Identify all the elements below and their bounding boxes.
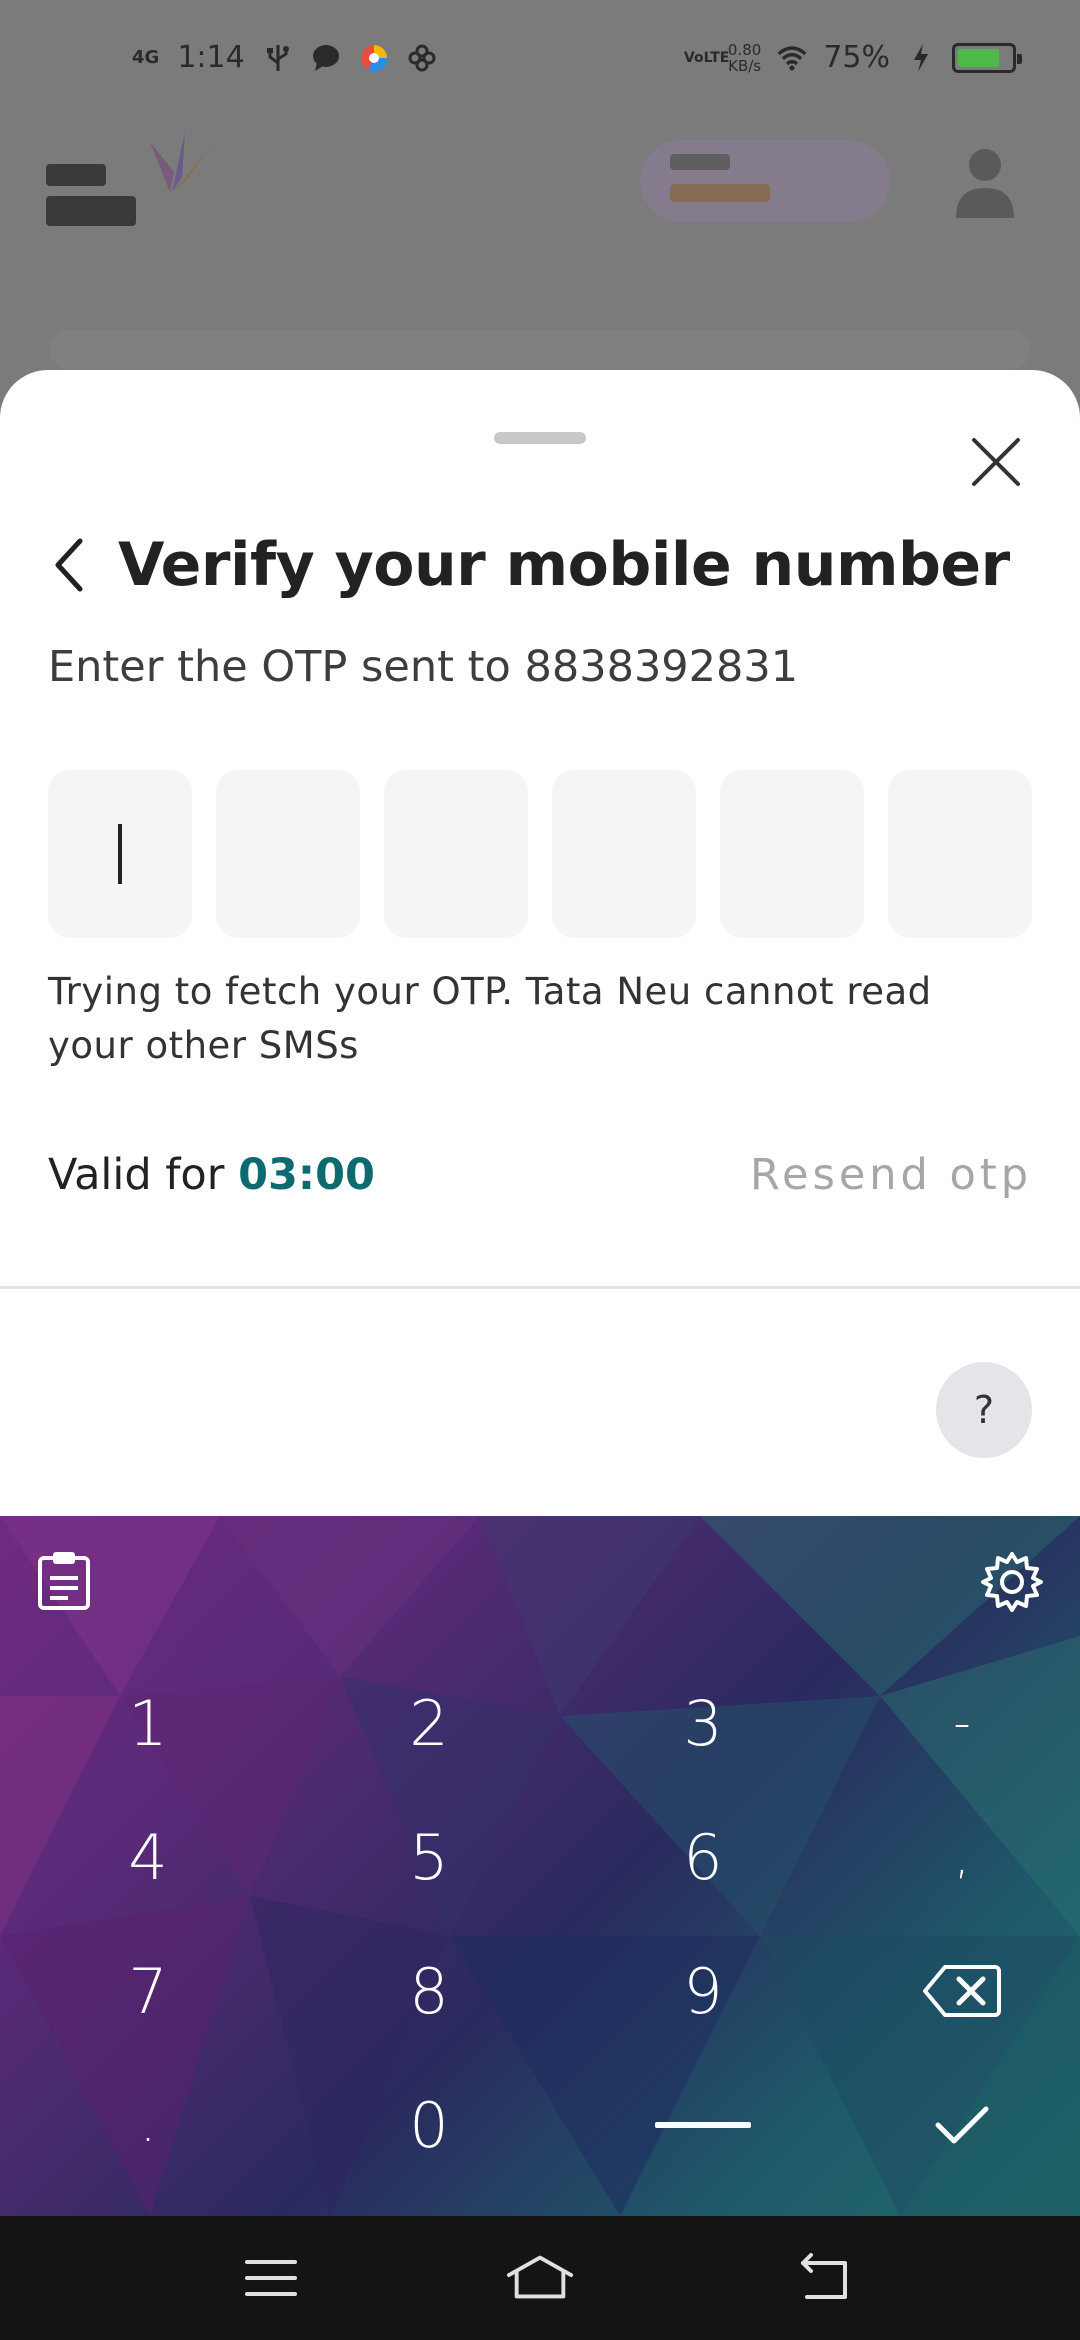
clipboard-button[interactable] bbox=[36, 1550, 96, 1614]
key-8[interactable]: 8 bbox=[296, 1924, 562, 2058]
key-9[interactable]: 9 bbox=[562, 1924, 844, 2058]
tata-neu-logo bbox=[40, 132, 215, 232]
message-icon bbox=[311, 43, 341, 73]
keyboard-keys: 1 2 3 - 4 5 6 , 7 8 9 . 0 bbox=[0, 1656, 1080, 2196]
verify-otp-sheet: Verify your mobile number Enter the OTP … bbox=[0, 370, 1080, 1520]
keyboard-settings-button[interactable] bbox=[980, 1550, 1044, 1614]
otp-validity: Valid for 03:00 bbox=[48, 1150, 375, 1200]
clipboard-icon bbox=[38, 1552, 90, 1610]
logo-burst-icon bbox=[150, 132, 215, 192]
otp-sent-text: Enter the OTP sent to 8838392831 bbox=[48, 642, 799, 692]
key-2[interactable]: 2 bbox=[296, 1656, 562, 1790]
volte-indicator: VoLTE bbox=[683, 49, 730, 66]
text-caret bbox=[118, 824, 122, 884]
browser-icon bbox=[359, 43, 389, 73]
key-dash[interactable]: - bbox=[844, 1656, 1080, 1790]
valid-label: Valid for bbox=[48, 1150, 225, 1200]
profile-icon bbox=[950, 140, 1020, 220]
key-6[interactable]: 6 bbox=[562, 1790, 844, 1924]
close-button[interactable] bbox=[960, 426, 1032, 498]
otp-digit-3[interactable] bbox=[384, 770, 528, 938]
background-app-header: 4G 1:14 VoLTE 0.80 KB/s 75% bbox=[0, 0, 1080, 420]
key-comma[interactable]: , bbox=[844, 1790, 1080, 1924]
key-5[interactable]: 5 bbox=[296, 1790, 562, 1924]
return-icon bbox=[801, 2253, 847, 2299]
otp-digit-5[interactable] bbox=[720, 770, 864, 938]
menu-icon bbox=[245, 2260, 297, 2296]
usb-icon bbox=[263, 43, 293, 73]
otp-digit-4[interactable] bbox=[552, 770, 696, 938]
resend-otp-button[interactable]: Resend otp bbox=[750, 1150, 1032, 1200]
status-time: 1:14 bbox=[177, 40, 245, 75]
status-right: VoLTE 0.80 KB/s 75% bbox=[683, 40, 1022, 75]
backspace-key[interactable] bbox=[844, 1924, 1080, 2058]
home-button[interactable] bbox=[505, 2246, 575, 2310]
pinwheel-icon bbox=[407, 43, 437, 73]
chevron-left-icon bbox=[55, 538, 83, 592]
background-search-strip bbox=[50, 330, 1030, 370]
key-7[interactable]: 7 bbox=[0, 1924, 296, 2058]
status-bar: 4G 1:14 VoLTE 0.80 KB/s 75% bbox=[0, 0, 1080, 120]
charging-icon bbox=[906, 43, 936, 73]
back-nav-button[interactable] bbox=[788, 2246, 858, 2310]
done-key[interactable] bbox=[844, 2058, 1080, 2192]
otp-input-row bbox=[48, 770, 1032, 938]
system-nav-bar bbox=[0, 2216, 1080, 2340]
battery-icon bbox=[952, 42, 1022, 73]
key-period[interactable]: . bbox=[0, 2058, 296, 2192]
otp-digit-1[interactable] bbox=[48, 770, 192, 938]
recents-button[interactable] bbox=[236, 2246, 306, 2310]
backspace-icon bbox=[923, 1965, 1001, 2017]
key-1[interactable]: 1 bbox=[0, 1656, 296, 1790]
wifi-icon bbox=[777, 43, 807, 73]
title-row: Verify your mobile number bbox=[48, 520, 1010, 610]
data-speed: 0.80 KB/s bbox=[728, 42, 761, 74]
data-speed-value: 0.80 bbox=[727, 40, 762, 59]
network-type: 4G bbox=[132, 46, 160, 68]
otp-fetch-note: Trying to fetch your OTP. Tata Neu canno… bbox=[48, 970, 932, 1067]
battery-percent: 75% bbox=[823, 40, 890, 75]
key-3[interactable]: 3 bbox=[562, 1656, 844, 1790]
neucoins-pill bbox=[640, 140, 890, 222]
back-button[interactable] bbox=[48, 530, 108, 600]
otp-timer: 03:00 bbox=[238, 1150, 375, 1200]
data-speed-unit: KB/s bbox=[728, 56, 762, 75]
close-icon bbox=[972, 438, 1020, 486]
otp-digit-6[interactable] bbox=[888, 770, 1032, 938]
help-button[interactable]: ? bbox=[936, 1362, 1032, 1458]
key-4[interactable]: 4 bbox=[0, 1790, 296, 1924]
numeric-keyboard: 1 2 3 - 4 5 6 , 7 8 9 . 0 bbox=[0, 1516, 1080, 2216]
gear-icon bbox=[981, 1552, 1043, 1612]
status-left: 4G 1:14 bbox=[132, 40, 437, 75]
space-key[interactable] bbox=[562, 2058, 844, 2192]
checkmark-icon bbox=[935, 2106, 989, 2144]
space-bar-icon bbox=[655, 2122, 751, 2128]
home-icon bbox=[506, 2255, 574, 2299]
page-title: Verify your mobile number bbox=[118, 530, 1010, 600]
sheet-grabber[interactable] bbox=[494, 432, 586, 444]
divider bbox=[0, 1286, 1080, 1289]
key-0[interactable]: 0 bbox=[296, 2058, 562, 2192]
otp-digit-2[interactable] bbox=[216, 770, 360, 938]
